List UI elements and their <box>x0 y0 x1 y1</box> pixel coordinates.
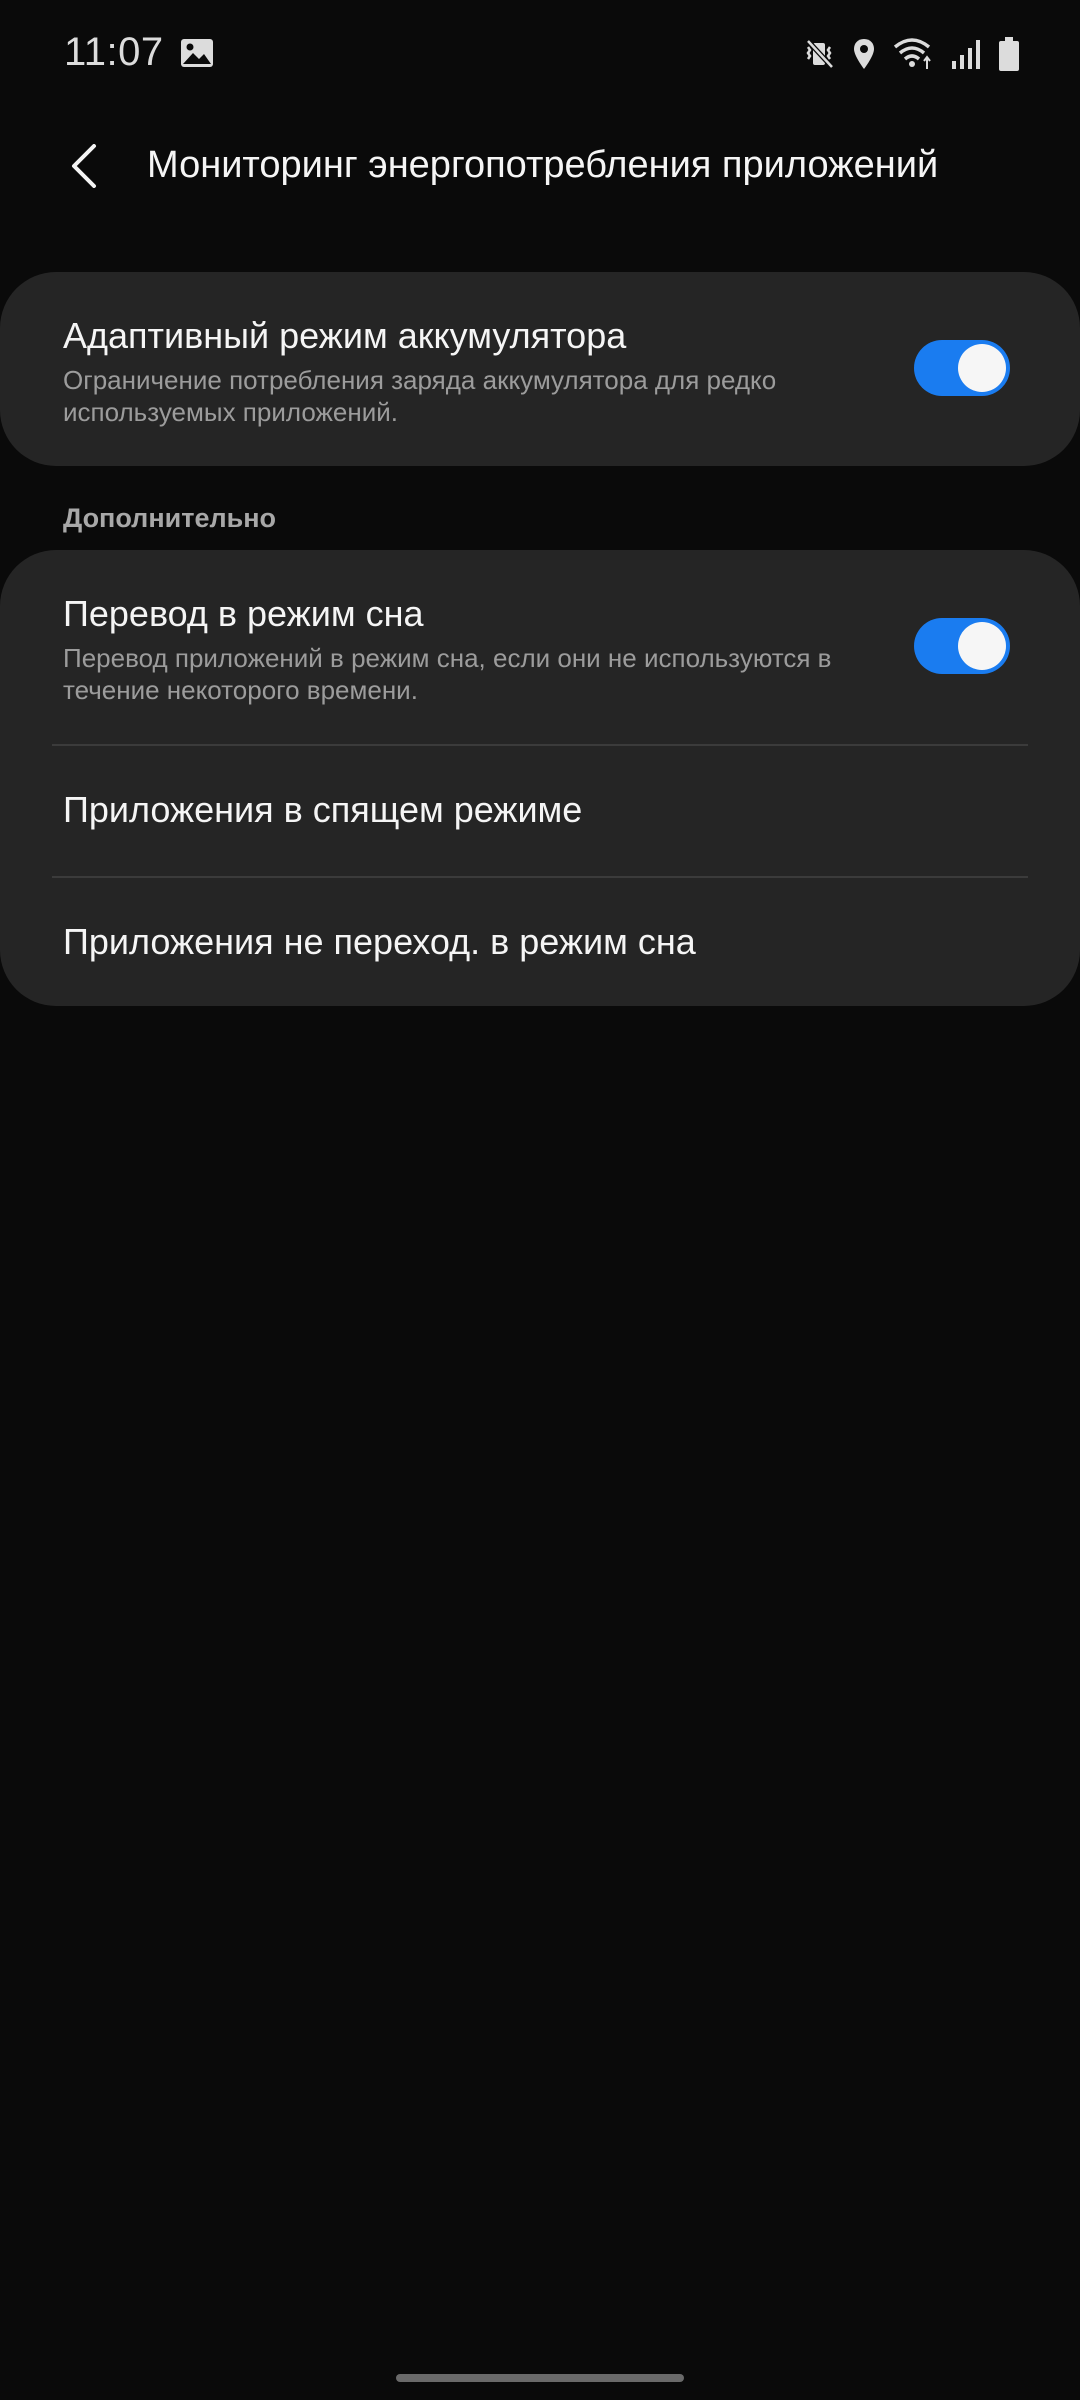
sleep-mode-title: Перевод в режим сна <box>63 593 424 634</box>
adaptive-battery-toggle[interactable] <box>914 340 1010 396</box>
location-icon <box>852 37 876 71</box>
chevron-left-icon <box>68 143 100 193</box>
back-button[interactable] <box>52 136 116 200</box>
adaptive-battery-row[interactable]: Адаптивный режим аккумулятора Ограничени… <box>0 272 1080 466</box>
list-item-label: Приложения не переход. в режим сна <box>63 921 696 962</box>
battery-icon <box>998 36 1020 72</box>
status-bar: 11:07 <box>0 0 1080 110</box>
status-time: 11:07 <box>64 30 164 74</box>
sleep-mode-description: Перевод приложений в режим сна, если они… <box>63 643 832 705</box>
home-indicator[interactable] <box>396 2374 684 2382</box>
additional-settings-card: Перевод в режим сна Перевод приложений в… <box>0 550 1080 1006</box>
sleep-mode-toggle[interactable] <box>914 618 1010 674</box>
status-icons <box>804 34 1020 74</box>
sleep-mode-row[interactable]: Перевод в режим сна Перевод приложений в… <box>0 550 1080 744</box>
list-item-never-sleeping-apps[interactable]: Приложения не переход. в режим сна <box>0 878 1080 1006</box>
vibrate-mute-icon <box>804 37 836 71</box>
adaptive-battery-description: Ограничение потребления заряда аккумулят… <box>63 365 777 427</box>
list-item-label: Приложения в спящем режиме <box>63 789 583 830</box>
adaptive-battery-title: Адаптивный режим аккумулятора <box>63 315 627 356</box>
wifi-icon <box>892 37 934 71</box>
page-title: Мониторинг энергопотребления приложений <box>147 144 939 186</box>
adaptive-battery-card: Адаптивный режим аккумулятора Ограничени… <box>0 272 1080 466</box>
section-header: Дополнительно <box>63 503 277 533</box>
gallery-icon <box>180 38 214 68</box>
app-bar: Мониторинг энергопотребления приложений <box>0 118 1080 218</box>
toggle-knob <box>958 622 1006 670</box>
list-item-sleeping-apps[interactable]: Приложения в спящем режиме <box>0 746 1080 876</box>
signal-icon <box>950 37 982 71</box>
toggle-knob <box>958 344 1006 392</box>
